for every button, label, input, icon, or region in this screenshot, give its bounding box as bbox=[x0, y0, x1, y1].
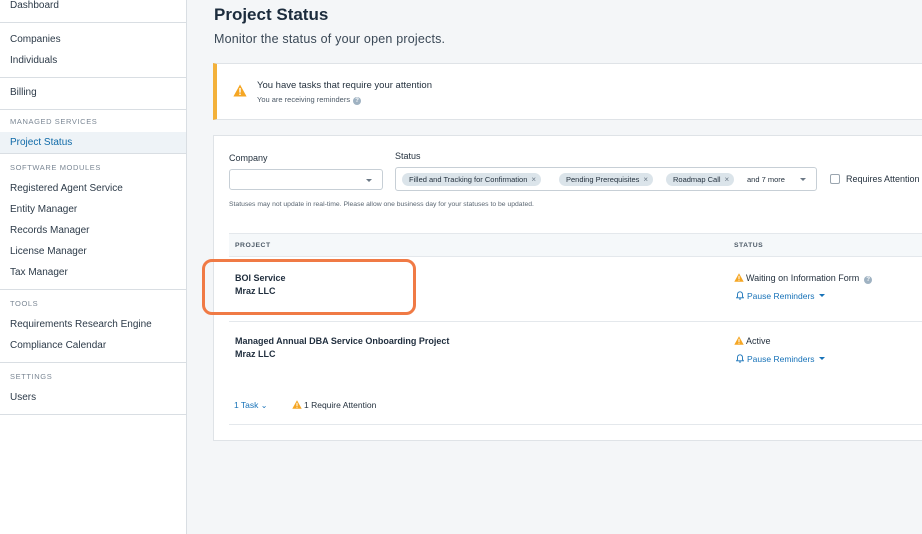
requires-attention-label: Requires Attention bbox=[846, 174, 920, 184]
sidebar-item-license-manager[interactable]: License Manager bbox=[0, 241, 186, 262]
status-more-count: and 7 more bbox=[747, 175, 785, 184]
chevron-down-icon bbox=[818, 294, 825, 297]
help-icon[interactable]: ? bbox=[864, 276, 873, 284]
alert-subtitle-text: You are receiving reminders bbox=[257, 95, 351, 104]
pause-reminders-label: Pause Reminders bbox=[747, 291, 815, 301]
company-select[interactable] bbox=[229, 169, 383, 190]
sidebar-item-project-status[interactable]: Project Status bbox=[0, 132, 186, 153]
status-chip: Roadmap Call × bbox=[666, 173, 735, 186]
warning-icon bbox=[292, 400, 302, 409]
sidebar-group-tools: TOOLS Requirements Research Engine Compl… bbox=[0, 290, 186, 363]
warning-icon bbox=[233, 84, 247, 97]
sidebar-item-records-manager[interactable]: Records Manager bbox=[0, 220, 186, 241]
require-attention-count: 1 Require Attention bbox=[292, 400, 376, 410]
remove-chip-icon[interactable]: × bbox=[725, 175, 730, 184]
sidebar-group-top: Dashboard bbox=[0, 0, 186, 23]
bell-icon bbox=[736, 354, 744, 363]
sidebar-group-software-modules: SOFTWARE MODULES Registered Agent Servic… bbox=[0, 154, 186, 290]
warning-icon bbox=[734, 336, 744, 345]
chevron-down-icon bbox=[800, 178, 806, 181]
sidebar-item-compliance-calendar[interactable]: Compliance Calendar bbox=[0, 335, 186, 356]
sidebar-group-entities: Companies Individuals bbox=[0, 23, 186, 78]
page-subtitle: Monitor the status of your open projects… bbox=[214, 32, 446, 46]
sidebar-group-billing: Billing bbox=[0, 78, 186, 110]
pause-reminders-label: Pause Reminders bbox=[747, 354, 815, 364]
chevron-down-icon bbox=[366, 179, 372, 182]
status-filter-label: Status bbox=[395, 151, 421, 161]
sidebar-item-individuals[interactable]: Individuals bbox=[0, 50, 186, 71]
company-filter-label: Company bbox=[229, 153, 268, 163]
help-icon[interactable]: ? bbox=[353, 97, 362, 105]
table-header: PROJECT STATUS bbox=[229, 233, 922, 257]
sidebar-item-requirements-research-engine[interactable]: Requirements Research Engine bbox=[0, 314, 186, 335]
status-chip: Filled and Tracking for Confirmation × bbox=[402, 173, 542, 186]
sidebar-item-companies[interactable]: Companies bbox=[0, 29, 186, 50]
status-chip-label: Filled and Tracking for Confirmation bbox=[409, 175, 528, 184]
sidebar-group-settings: SETTINGS Users bbox=[0, 363, 186, 415]
alert-title: You have tasks that require your attenti… bbox=[257, 80, 432, 91]
sidebar-group-managed-services: MANAGED SERVICES Project Status bbox=[0, 110, 186, 154]
pause-reminders-button[interactable]: Pause Reminders bbox=[736, 291, 825, 301]
remove-chip-icon[interactable]: × bbox=[643, 175, 648, 184]
warning-icon bbox=[734, 273, 744, 282]
sidebar-item-users[interactable]: Users bbox=[0, 387, 186, 408]
status-update-note: Statuses may not update in real-time. Pl… bbox=[229, 201, 534, 208]
status-multiselect[interactable]: Filled and Tracking for Confirmation × Pe… bbox=[395, 167, 817, 191]
status-chip-label: Roadmap Call bbox=[673, 175, 721, 184]
chevron-down-icon: ⌄ bbox=[260, 401, 268, 410]
project-name[interactable]: Managed Annual DBA Service Onboarding Pr… bbox=[235, 336, 449, 346]
tasks-toggle[interactable]: 1 Task ⌄ bbox=[234, 400, 268, 410]
sidebar-heading-settings: SETTINGS bbox=[10, 372, 53, 381]
alert-subtitle: You are receiving reminders? bbox=[257, 95, 362, 105]
column-header-project: PROJECT bbox=[235, 242, 271, 249]
sidebar-item-dashboard[interactable]: Dashboard bbox=[0, 0, 186, 16]
status-chip-label: Pending Prerequisites bbox=[566, 175, 640, 184]
project-status: Waiting on Information Form? bbox=[746, 273, 873, 284]
remove-chip-icon[interactable]: × bbox=[531, 175, 536, 184]
tasks-toggle-label: 1 Task bbox=[234, 400, 259, 410]
bell-icon bbox=[736, 291, 744, 300]
sidebar-item-tax-manager[interactable]: Tax Manager bbox=[0, 262, 186, 283]
sidebar-heading-tools: TOOLS bbox=[10, 299, 39, 308]
column-header-status: STATUS bbox=[734, 242, 764, 249]
project-status: Active bbox=[746, 336, 771, 346]
row-divider bbox=[229, 424, 922, 425]
project-status-text: Waiting on Information Form bbox=[746, 273, 860, 283]
sidebar-heading-software-modules: SOFTWARE MODULES bbox=[10, 163, 101, 172]
sidebar-item-entity-manager[interactable]: Entity Manager bbox=[0, 199, 186, 220]
sidebar-heading-managed-services: MANAGED SERVICES bbox=[10, 117, 98, 126]
highlight-annotation bbox=[202, 259, 416, 315]
project-company: Mraz LLC bbox=[235, 349, 276, 359]
attention-alert: You have tasks that require your attenti… bbox=[213, 63, 922, 120]
require-attention-text: 1 Require Attention bbox=[304, 400, 377, 410]
requires-attention-checkbox[interactable] bbox=[830, 174, 840, 184]
sidebar: Dashboard Companies Individuals Billing … bbox=[0, 0, 187, 534]
page-title: Project Status bbox=[214, 5, 329, 24]
main-content: Project Status Monitor the status of you… bbox=[187, 0, 922, 534]
sidebar-item-billing[interactable]: Billing bbox=[0, 82, 186, 103]
pause-reminders-button[interactable]: Pause Reminders bbox=[736, 354, 825, 364]
sidebar-item-registered-agent-service[interactable]: Registered Agent Service bbox=[0, 178, 186, 199]
row-divider bbox=[229, 321, 922, 322]
chevron-down-icon bbox=[818, 357, 825, 360]
status-chip: Pending Prerequisites × bbox=[559, 173, 654, 186]
